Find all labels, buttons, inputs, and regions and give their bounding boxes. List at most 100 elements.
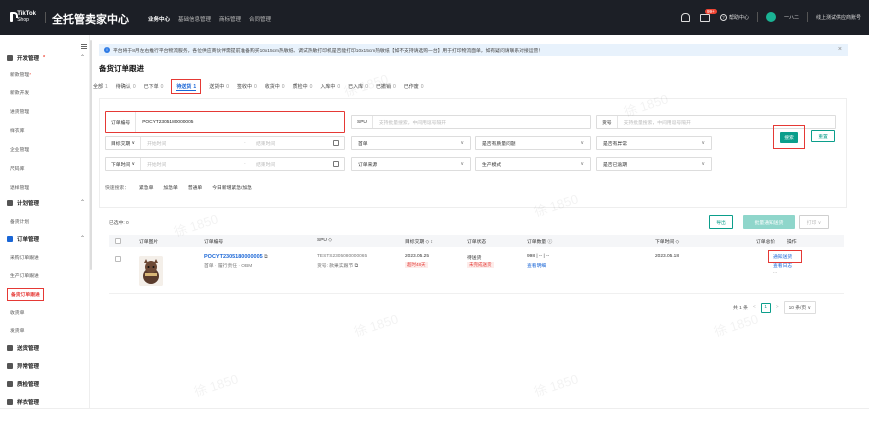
row-checkbox[interactable] xyxy=(115,256,121,262)
sidebar-item-new-dev[interactable]: 新款开发 xyxy=(10,89,29,96)
col-target-date[interactable]: 目标交期 ◇ ↕ xyxy=(405,238,433,245)
copy-icon[interactable]: ⧉ xyxy=(264,255,267,260)
sidebar-item-new-style[interactable]: 新款管理* xyxy=(10,71,31,78)
tab-stored[interactable]: 已入库 0 xyxy=(348,83,368,90)
chevron-down-icon: ∨ xyxy=(580,140,584,146)
sidebar-group-sample[interactable]: 样衣管理 xyxy=(7,398,85,406)
target-date-value: 2023.05.25 xyxy=(405,254,430,259)
tab-receiving[interactable]: 收货中 0 xyxy=(265,83,285,90)
sidebar-item-production-orders[interactable]: 生产订单跟进 xyxy=(10,272,39,279)
sidebar-item-receipts[interactable]: 收货单 xyxy=(10,309,24,316)
order-number-value[interactable]: POCYT2305180000005 xyxy=(136,120,193,125)
sidebar-item-stock-plan[interactable]: 备货计划 xyxy=(10,218,29,225)
overdue-badge: 超时48天 xyxy=(405,262,428,268)
sidebar-group-development[interactable]: 开发管理 * ⌃ xyxy=(7,54,85,62)
notify-delivery-link[interactable]: 通知送货 xyxy=(773,253,792,260)
chevron-down-icon: ∨ xyxy=(460,140,464,146)
plan-icon xyxy=(7,200,13,206)
target-date-select[interactable]: 目标交期 ∨ xyxy=(106,137,142,149)
tab-storing[interactable]: 入库中 0 xyxy=(320,83,340,90)
tab-delivering[interactable]: 送货中 0 xyxy=(209,83,229,90)
user-name[interactable]: 一ハ二 xyxy=(784,14,799,21)
sidebar-item-enterprise[interactable]: 企业管理 xyxy=(10,146,29,153)
watermark: 徐 1850 xyxy=(192,371,241,400)
tab-ordered[interactable]: 已下单 0 xyxy=(144,83,164,90)
close-icon[interactable]: × xyxy=(838,46,842,53)
topnav-contract[interactable]: 合同管理 xyxy=(249,15,271,23)
help-center-link[interactable]: ? 帮助中心 xyxy=(719,13,749,21)
sidebar-item-shipments[interactable]: 发货单 xyxy=(10,327,24,334)
avatar[interactable] xyxy=(765,12,776,22)
sidebar-scrollbar[interactable] xyxy=(90,40,92,270)
prev-page-icon[interactable]: < xyxy=(753,305,756,310)
end-date-placeholder: 结束时间 xyxy=(256,141,276,147)
reset-button[interactable]: 重置 xyxy=(811,130,835,142)
tab-inspecting[interactable]: 质检中 0 xyxy=(293,83,313,90)
tab-to-confirm[interactable]: 待确认 0 xyxy=(116,83,136,90)
col-order-time[interactable]: 下单时间 ◇ xyxy=(655,238,679,245)
quality-issue-select[interactable]: 是否有质量问题 ∨ xyxy=(475,136,591,150)
sidebar-item-purchase-orders[interactable]: 采购订单跟进 xyxy=(10,254,39,261)
sidebar-group-delivery[interactable]: 送货管理 xyxy=(7,344,85,352)
order-date-select[interactable]: 下单时间 ∨ xyxy=(106,158,142,170)
menu-collapse-icon[interactable] xyxy=(81,44,87,49)
quick-today-new[interactable]: 今日新增紧急/加急 xyxy=(212,184,252,191)
status-tabs: 全部 1 待确认 0 已下单 0 待送货 1 送货中 0 签收中 0 收货中 0 质检中 0 入… xyxy=(93,78,424,94)
main-content: i 平台将于8月左右推行平台物流服务，各位供应商伙伴需提前准备购买10x15cm… xyxy=(93,35,869,446)
select-all-checkbox[interactable] xyxy=(115,238,121,244)
product-thumbnail[interactable] xyxy=(139,256,163,286)
bell-icon[interactable] xyxy=(680,12,690,22)
sidebar-item-sample-lib[interactable]: 样衣库 xyxy=(10,127,24,134)
col-spu[interactable]: SPU ◇ xyxy=(317,238,332,243)
order-number-link[interactable]: POCYT2305180000005 xyxy=(204,254,263,260)
sidebar-item-return-sample[interactable]: 退样管理 xyxy=(10,184,29,191)
topnav-basic-info[interactable]: 基础信息管理 xyxy=(178,15,211,23)
sidebar-group-exception[interactable]: 异常管理 xyxy=(7,362,85,370)
view-detail-link[interactable]: 查看明细 xyxy=(527,262,546,269)
produce-mode-select[interactable]: 生产模式 ∨ xyxy=(475,157,591,171)
tab-to-deliver[interactable]: 待送货 1 xyxy=(171,78,202,94)
tab-revoked[interactable]: 已撤销 0 xyxy=(376,83,396,90)
export-button[interactable]: 导出 xyxy=(709,215,733,229)
quick-normal[interactable]: 普通单 xyxy=(188,184,202,191)
topnav-business-center[interactable]: 业务中心 xyxy=(148,15,170,23)
total-count: 共 1 条 xyxy=(733,306,748,311)
search-button[interactable]: 搜索 xyxy=(780,131,798,143)
sidebar-item-stock-orders[interactable]: 备货订单跟进 xyxy=(7,288,44,301)
sidebar-item-purchase[interactable]: 进货管理 xyxy=(10,108,29,115)
tab-voided[interactable]: 已作废 0 xyxy=(404,83,424,90)
first-order-select[interactable]: 首单 ∨ xyxy=(351,136,471,150)
tab-all[interactable]: 全部 1 xyxy=(93,83,108,90)
end-date-placeholder: 结束时间 xyxy=(256,162,276,168)
topnav-trademark[interactable]: 商标管理 xyxy=(219,15,241,23)
sidebar-item-size-lib[interactable]: 尺码库 xyxy=(10,165,24,172)
notification-button[interactable]: 99+ xyxy=(698,9,717,24)
target-date-range[interactable]: 目标交期 ∨ 开始时间 - 结束时间 xyxy=(105,136,345,150)
batch-notify-delivery-button[interactable]: 批量通知送货 xyxy=(743,215,795,229)
help-label: 帮助中心 xyxy=(728,14,749,21)
print-button[interactable]: 打印 ∨ xyxy=(799,215,829,229)
order-number-field[interactable]: 订单编号 POCYT2305180000005 xyxy=(105,111,345,133)
calendar-icon xyxy=(333,161,339,167)
col-order-status: 订单状态 xyxy=(467,240,487,245)
quick-expedited[interactable]: 加急单 xyxy=(163,184,177,191)
view-log-link[interactable]: 查看日志 xyxy=(773,262,792,269)
spu-field[interactable]: SPU 支持批量搜索，中间用逗号隔开 xyxy=(351,115,591,129)
order-source-select[interactable]: 订单来源 ∨ xyxy=(351,157,471,171)
sidebar-group-plan[interactable]: 计划管理 ⌃ xyxy=(7,199,85,207)
shop-name[interactable]: 线上测试供应商账号 xyxy=(816,14,861,21)
tab-signing[interactable]: 签收中 0 xyxy=(237,83,257,90)
has-exception-select[interactable]: 是否有异常 ∨ xyxy=(596,136,712,150)
page-size-select[interactable]: 10 条/页 ∨ xyxy=(783,301,817,314)
sidebar-group-quality[interactable]: 质检管理 xyxy=(7,380,85,388)
next-page-icon[interactable]: > xyxy=(776,305,779,310)
more-actions-icon[interactable]: ... xyxy=(773,270,777,275)
has-exception-label: 是否有异常 xyxy=(603,141,627,147)
order-date-range[interactable]: 下单时间 ∨ 开始时间 - 结束时间 xyxy=(105,157,345,171)
sidebar-group-orders[interactable]: 订单管理 ⌃ xyxy=(7,235,85,243)
overdue-select[interactable]: 是否已逾期 ∨ xyxy=(596,157,712,171)
spu-value[interactable]: TESTS2305080000065 xyxy=(317,254,367,259)
tiktok-shop-logo[interactable]: TikTok Shop xyxy=(8,9,36,25)
quick-urgent[interactable]: 紧急单 xyxy=(139,184,153,191)
page-number[interactable]: 1 xyxy=(760,302,771,313)
